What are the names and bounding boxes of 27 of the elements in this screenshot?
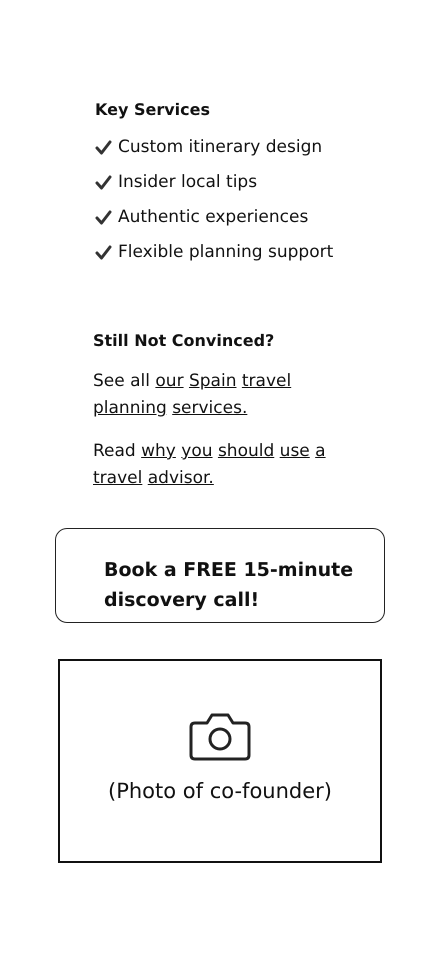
service-item: Authentic experiences bbox=[118, 207, 308, 228]
discovery-call-button[interactable]: Book a FREE 15-minute discovery call! bbox=[55, 528, 385, 623]
check-icon bbox=[95, 175, 112, 190]
service-item: Insider local tips bbox=[118, 172, 258, 193]
link[interactable]: Spain bbox=[188, 371, 236, 391]
camera-icon bbox=[189, 711, 251, 761]
link[interactable]: should bbox=[218, 441, 274, 461]
check-icon bbox=[95, 140, 112, 155]
link[interactable]: you bbox=[181, 441, 213, 461]
link[interactable]: use bbox=[280, 441, 310, 461]
link[interactable]: a bbox=[315, 441, 326, 461]
link[interactable]: planning bbox=[93, 398, 167, 418]
link[interactable]: travel bbox=[242, 371, 292, 391]
service-item: Custom itinerary design bbox=[118, 137, 322, 158]
link[interactable]: why bbox=[141, 441, 176, 461]
service-item: Flexible planning support bbox=[118, 242, 334, 263]
paragraph: See all our Spain travel planning services. bbox=[93, 370, 292, 420]
link[interactable]: services. bbox=[172, 398, 248, 418]
section-title: Still Not Convinced? bbox=[93, 331, 276, 350]
section-title: Key Services bbox=[95, 100, 212, 119]
paragraph: Read why you should use a travel advisor. bbox=[93, 440, 327, 490]
link[interactable]: travel bbox=[93, 468, 142, 488]
check-icon bbox=[95, 245, 112, 260]
check-icon bbox=[95, 210, 112, 225]
link[interactable]: advisor. bbox=[148, 468, 214, 488]
photo-caption: (Photo of co-founder) bbox=[108, 779, 332, 803]
link[interactable]: our bbox=[155, 371, 184, 391]
